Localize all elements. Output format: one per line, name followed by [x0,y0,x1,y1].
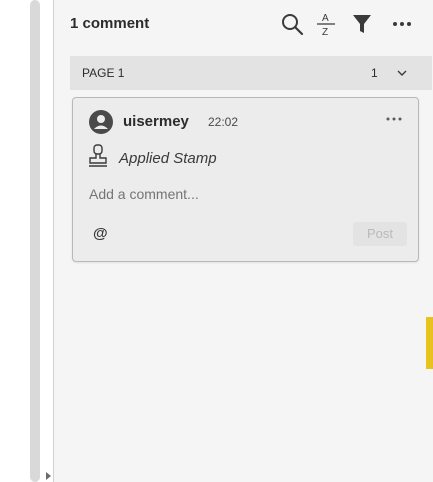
page-marker [426,317,433,369]
comment-more-icon[interactable] [386,115,402,123]
search-icon[interactable] [280,12,304,36]
avatar [89,110,113,134]
svg-text:Z: Z [322,27,328,38]
comment-username: uisermey [123,113,189,130]
scrollbar[interactable] [30,0,40,482]
svg-text:A: A [322,13,329,24]
post-button[interactable]: Post [353,222,407,246]
page-comment-count: 1 [371,66,378,80]
filter-icon[interactable] [350,12,374,36]
stamp-icon [89,144,107,167]
comments-header: 1 comment A Z [54,0,433,50]
chevron-down-icon[interactable] [396,67,408,79]
page-label: PAGE 1 [82,66,125,80]
mention-button[interactable]: @ [93,225,108,242]
comment-card[interactable]: uisermey 22:02 Applied Stamp @ Post [72,97,419,262]
sort-az-icon[interactable]: A Z [316,10,336,38]
more-icon[interactable] [390,12,414,36]
page-group-header[interactable]: PAGE 1 1 [70,56,432,90]
expand-arrow-icon[interactable] [46,472,51,480]
comment-timestamp: 22:02 [208,115,239,129]
reply-input[interactable] [89,186,289,202]
comments-panel: 1 comment A Z PAGE 1 1 uisermey 22:02 Ap… [54,0,433,482]
comment-count-title: 1 comment [70,15,150,32]
left-rail [0,0,54,482]
comment-action-text: Applied Stamp [119,150,217,167]
